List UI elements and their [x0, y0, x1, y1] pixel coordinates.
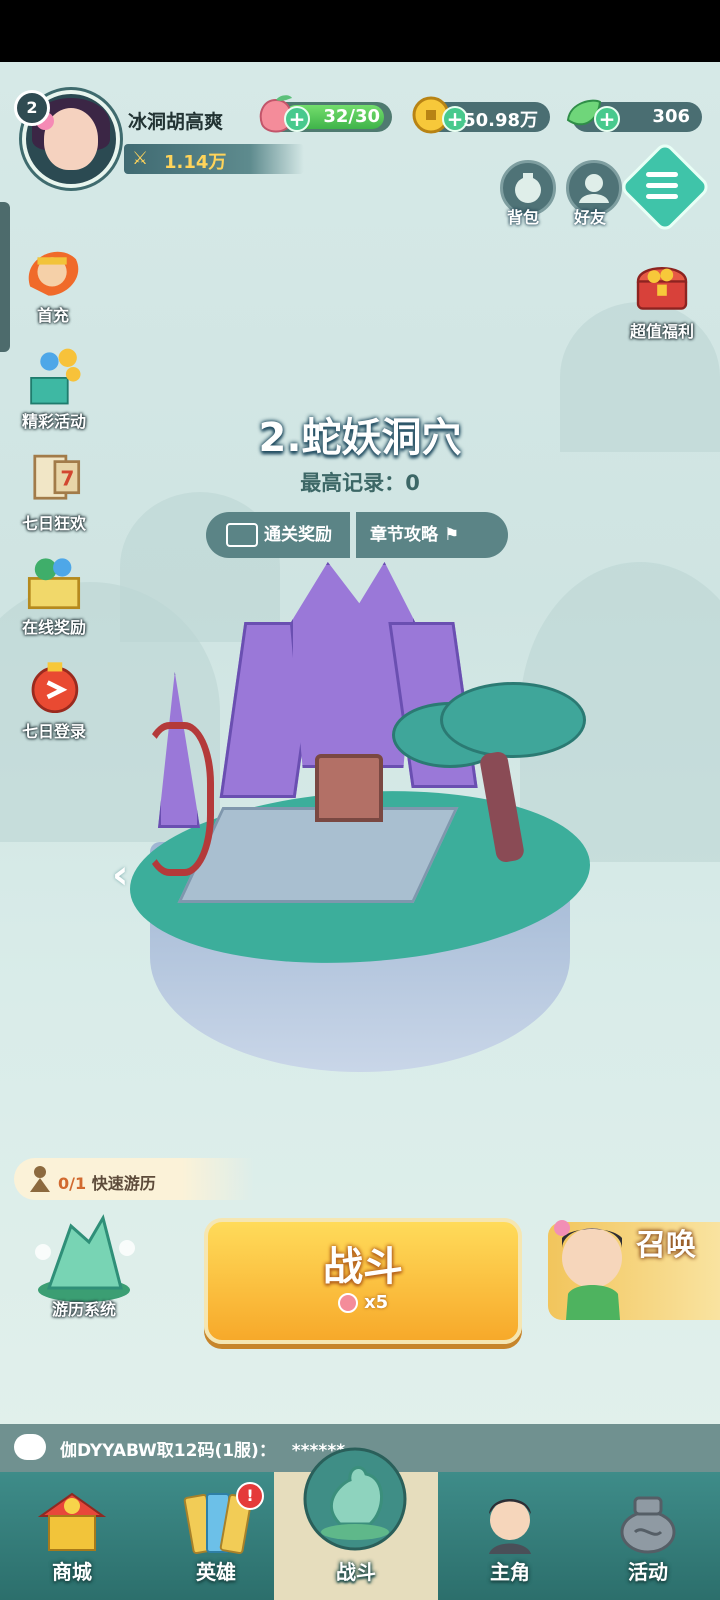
balloons-gift-icon [30, 348, 81, 405]
quick-tour-label: 快速游历 [91, 1174, 156, 1193]
stage-title: 2.蛇妖洞穴 [258, 415, 462, 461]
crossed-swords-icon: ⚔ [132, 148, 149, 169]
best-record-label: 最高记录： [300, 471, 406, 495]
jade-mountain-icon [35, 1214, 135, 1302]
quick-tour-text: 0/1 快速游历 [58, 1170, 156, 1194]
best-record: 最高记录：0 [0, 467, 720, 497]
battle-cost-value: x5 [364, 1292, 389, 1313]
monkey-king-icon [28, 251, 79, 296]
nav-battle[interactable]: 战斗 [274, 1447, 438, 1600]
gems-value: 306 [652, 106, 690, 127]
nav-battle-label: 战斗 [336, 1560, 376, 1584]
gift-box-icon [27, 558, 81, 610]
online-reward-label: 在线奖励 [21, 618, 86, 637]
player-level-badge: 2 [14, 90, 50, 126]
combat-power-value: 1.14万 [164, 152, 227, 173]
previous-stage-arrow[interactable]: ‹ [112, 852, 128, 898]
red-pouch-icon [31, 662, 79, 714]
battle-cost: x5 [204, 1292, 522, 1313]
heroes-alert-badge: ! [236, 1482, 264, 1510]
nav-protagonist[interactable]: 主角 [438, 1472, 582, 1600]
hero-portrait-icon [554, 1220, 622, 1320]
chapter-guide-button[interactable]: 章节攻略 ⚑ [356, 512, 508, 558]
gems-counter: + 306 [566, 99, 702, 132]
stamina-value: 32/30 [323, 106, 380, 127]
battle-gourd-icon [303, 1447, 407, 1551]
friends-label: 好友 [574, 208, 607, 227]
add-gems-button[interactable]: + [594, 106, 620, 132]
cave-door [315, 754, 383, 822]
protagonist-icon [489, 1499, 531, 1554]
nav-activities[interactable]: 活动 [576, 1472, 720, 1600]
quick-tour-count: 0/1 [58, 1174, 87, 1193]
bottom-nav: 商城 ! 英雄 战斗 主角 活动 [0, 1447, 720, 1600]
nav-heroes-label: 英雄 [196, 1560, 236, 1584]
traveler-icon [30, 1166, 50, 1192]
nav-shop-label: 商城 [52, 1560, 92, 1584]
coins-counter: + 50.98万 [412, 96, 550, 134]
flag-icon: ⚑ [444, 525, 460, 545]
first-recharge-label: 首充 [36, 306, 69, 325]
chest-outline-icon [226, 523, 258, 547]
seven-day-carnival-label: 七日狂欢 [21, 514, 86, 533]
first-recharge-button[interactable]: 首充 [10, 238, 96, 326]
clear-reward-label: 通关奖励 [264, 525, 332, 545]
chat-message-text: 伽DYYABW取12码(1服)： [60, 1441, 276, 1461]
clear-reward-button[interactable]: 通关奖励 [206, 512, 350, 558]
stamina-counter: + 32/30 [259, 95, 392, 133]
player-name: 冰洞胡高爽 [128, 111, 224, 133]
left-drawer-handle[interactable] [0, 202, 10, 352]
super-welfare-label: 超值福利 [629, 322, 694, 341]
chapter-guide-label: 章节攻略 [370, 525, 438, 545]
nav-protagonist-label: 主角 [490, 1560, 530, 1584]
battle-label: 战斗 [323, 1244, 403, 1290]
bag-label: 背包 [507, 208, 540, 227]
treasure-chest-icon [636, 267, 688, 310]
nav-shop[interactable]: 商城 [0, 1472, 144, 1600]
nav-activities-label: 活动 [628, 1560, 668, 1584]
incense-pot-icon [620, 1496, 676, 1554]
seven-day-login-label: 七日登录 [21, 722, 86, 741]
summon-label: 召唤 [636, 1228, 696, 1263]
super-welfare-button[interactable]: 超值福利 [612, 254, 712, 342]
online-reward-button[interactable]: 在线奖励 [6, 550, 102, 638]
peach-small-icon [337, 1293, 358, 1313]
add-stamina-button[interactable]: + [284, 106, 310, 132]
tour-system-button[interactable]: 游历系统 [26, 1212, 142, 1320]
nav-heroes[interactable]: ! 英雄 [144, 1472, 288, 1600]
coins-value: 50.98万 [463, 110, 538, 131]
seven-day-login-button[interactable]: 七日登录 [6, 654, 102, 742]
shop-pavilion-icon [37, 1492, 107, 1551]
hamburger-icon [646, 172, 678, 205]
chat-bubble-icon [14, 1434, 46, 1460]
snake-decoration [140, 722, 214, 876]
best-record-value: 0 [405, 471, 420, 495]
combat-power: ⚔ 1.14万 [124, 144, 304, 174]
game-screen: 2 冰洞胡高爽 ⚔ 1.14万 + 32/30 + 50.98万 + 306 背… [0, 62, 720, 1600]
